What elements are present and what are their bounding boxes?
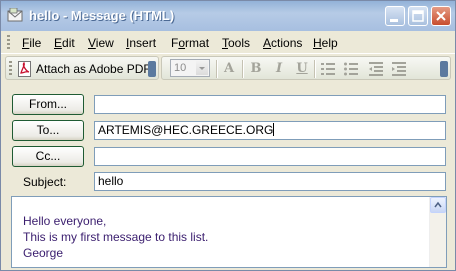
attach-as-pdf-button[interactable]: Attach as Adobe PDF [36,62,151,76]
scroll-up-button[interactable] [430,197,446,213]
menu-tools[interactable]: Tools [222,36,250,50]
bold-icon[interactable]: B [247,60,265,78]
toolbar-separator [242,60,244,78]
close-icon [436,11,446,21]
minimize-button[interactable] [385,6,405,26]
bullet-list-icon[interactable] [342,60,360,78]
menu-actions[interactable]: Actions [263,36,302,50]
decrease-indent-icon[interactable] [367,60,385,78]
body-line: This is my first message to this list. [23,230,209,244]
window-title: hello - Message (HTML) [29,8,175,23]
font-size-value: 10 [174,62,187,74]
menu-edit[interactable]: Edit [54,36,75,50]
increase-indent-icon[interactable] [390,60,408,78]
from-button[interactable]: From... [12,94,84,115]
pdf-toolbar: Attach as Adobe PDF [5,56,159,80]
menu-format[interactable]: Format [171,36,209,50]
maximize-button[interactable] [408,6,428,26]
toolbar-grip[interactable] [9,61,12,75]
close-button[interactable] [431,6,451,26]
message-body[interactable]: Hello everyone, This is my first message… [11,196,447,268]
message-body-text: Hello everyone, This is my first message… [23,213,208,261]
cc-field[interactable] [94,147,446,166]
italic-icon[interactable]: I [270,60,288,78]
numbered-list-icon[interactable] [319,60,337,78]
subject-label: Subject: [23,175,67,189]
adobe-pdf-icon [18,61,31,77]
menu-help[interactable]: Help [313,36,338,50]
to-button[interactable]: To... [12,120,84,141]
subject-field[interactable]: hello [94,172,446,191]
underline-icon[interactable]: U [293,60,311,78]
menu-insert[interactable]: Insert [126,36,156,50]
toolbar-options-chevron[interactable] [440,61,448,77]
title-bar[interactable]: hello - Message (HTML) [1,1,455,32]
font-size-select[interactable]: 10 [170,59,210,77]
menu-grip[interactable] [7,35,10,49]
menu-view[interactable]: View [88,36,114,50]
menu-bar: File Edit View Insert Format Tools Actio… [1,31,455,53]
minimize-icon [390,19,398,22]
toolbar-separator [216,60,218,78]
chevron-down-icon[interactable] [196,61,208,75]
body-line: Hello everyone, [23,214,107,228]
menu-file[interactable]: File [22,36,41,50]
to-field[interactable]: ARTEMIS@HEC.GREECE.ORG [94,121,446,140]
formatting-toolbar: Attach as Adobe PDF 10 A B I U [1,53,455,82]
maximize-icon [412,10,424,22]
from-field[interactable] [94,95,446,114]
chevron-up-icon [434,201,442,208]
text-caret [273,123,275,136]
cc-button[interactable]: Cc... [12,146,84,167]
to-field-value: ARTEMIS@HEC.GREECE.ORG [98,123,274,137]
format-toolbar: 10 A B I U [161,56,451,80]
toolbar-separator [314,60,316,78]
message-window: hello - Message (HTML) File Edit View In… [0,0,456,271]
body-line: George [23,246,64,260]
toolbar-options-chevron[interactable] [148,61,156,77]
font-color-icon[interactable]: A [220,60,238,78]
envelope-icon [7,8,23,22]
vertical-scrollbar[interactable] [429,197,446,267]
